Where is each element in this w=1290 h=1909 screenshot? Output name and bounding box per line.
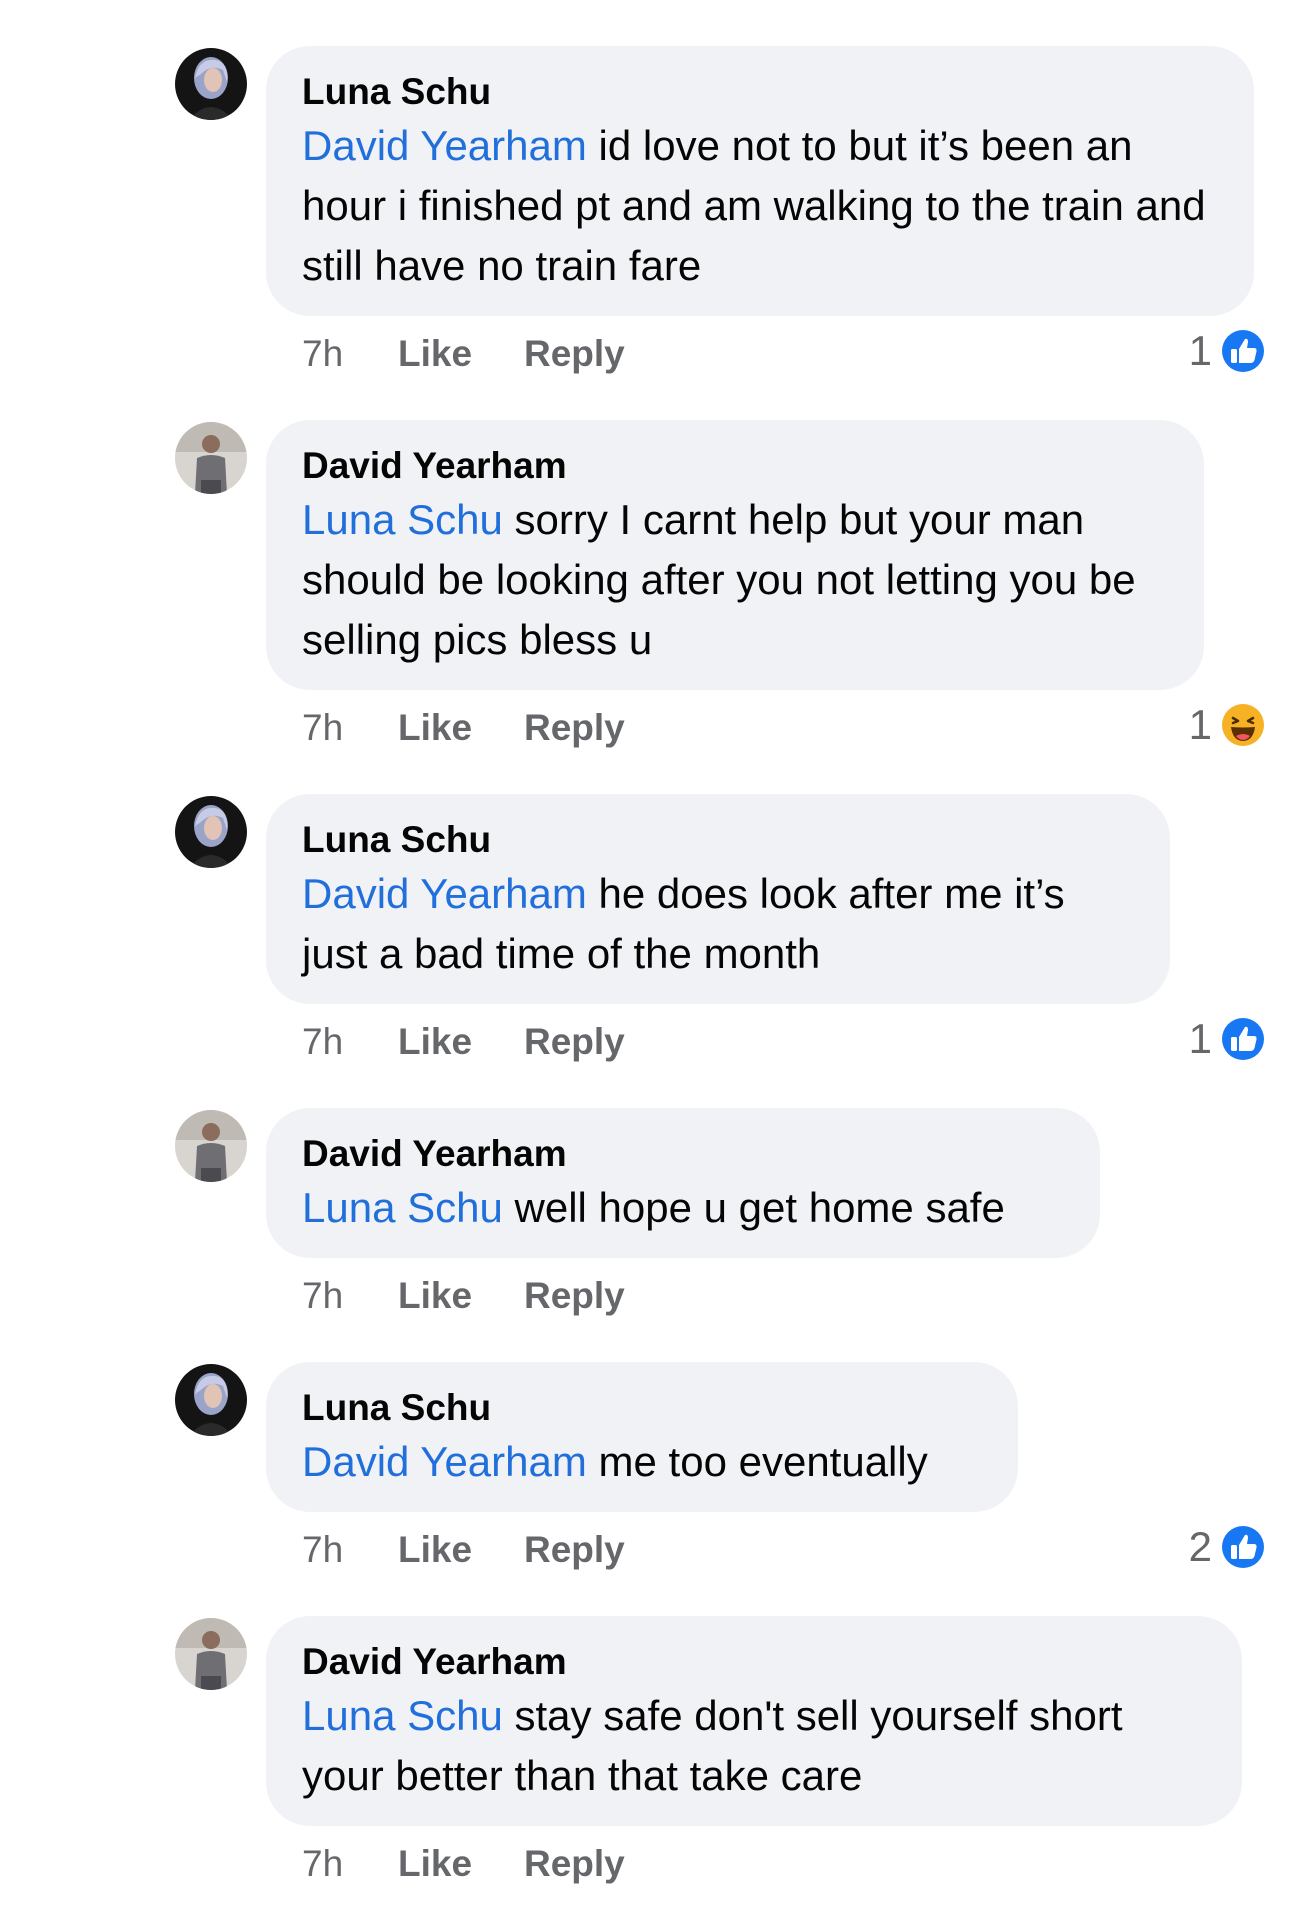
avatar-david-yearham[interactable] xyxy=(175,422,247,494)
reply-button[interactable]: Reply xyxy=(524,1271,625,1321)
comment-text: Luna Schu well hope u get home safe xyxy=(302,1178,1064,1238)
avatar-luna-schu[interactable] xyxy=(175,48,247,120)
comment-author[interactable]: Luna Schu xyxy=(302,818,1134,862)
comment-actions: 7h Like Reply xyxy=(302,1839,625,1889)
reply-button[interactable]: Reply xyxy=(524,703,625,753)
avatar-david-yearham[interactable] xyxy=(175,1618,247,1690)
like-icon xyxy=(1219,1523,1267,1571)
mention-link[interactable]: Luna Schu xyxy=(302,1692,503,1739)
reply-button[interactable]: Reply xyxy=(524,1839,625,1889)
reaction-count: 2 xyxy=(1188,1523,1212,1570)
avatar-luna-schu[interactable] xyxy=(175,1364,247,1436)
mention-link[interactable]: Luna Schu xyxy=(302,496,503,543)
reply-button[interactable]: Reply xyxy=(524,329,625,379)
comment-bubble: Luna Schu David Yearham me too eventuall… xyxy=(266,1362,1018,1512)
mention-link[interactable]: David Yearham xyxy=(302,122,587,169)
comment-bubble: David Yearham Luna Schu well hope u get … xyxy=(266,1108,1100,1258)
timestamp[interactable]: 7h xyxy=(302,703,398,753)
timestamp[interactable]: 7h xyxy=(302,1839,398,1889)
avatar-image xyxy=(175,48,247,120)
comment-author[interactable]: Luna Schu xyxy=(302,1386,982,1430)
reaction-count: 1 xyxy=(1188,701,1212,748)
like-button[interactable]: Like xyxy=(398,1525,524,1575)
comment-bubble: David Yearham Luna Schu sorry I carnt he… xyxy=(266,420,1204,690)
timestamp[interactable]: 7h xyxy=(302,1271,398,1321)
comment-text: Luna Schu stay safe don't sell yourself … xyxy=(302,1686,1206,1806)
avatar-image xyxy=(175,1364,247,1436)
comment-text: David Yearham me too eventually xyxy=(302,1432,982,1492)
avatar-image xyxy=(175,796,247,868)
comment-actions: 7h Like Reply xyxy=(302,1525,625,1575)
like-button[interactable]: Like xyxy=(398,1271,524,1321)
reply-button[interactable]: Reply xyxy=(524,1017,625,1067)
mention-link[interactable]: Luna Schu xyxy=(302,1184,503,1231)
haha-icon xyxy=(1219,701,1267,749)
like-icon xyxy=(1219,1015,1267,1063)
avatar-image xyxy=(175,1110,247,1182)
comment-author[interactable]: Luna Schu xyxy=(302,70,1218,114)
timestamp[interactable]: 7h xyxy=(302,1525,398,1575)
comment-bubble: Luna Schu David Yearham id love not to b… xyxy=(266,46,1254,316)
comment-actions: 7h Like Reply xyxy=(302,1017,625,1067)
comment-actions: 7h Like Reply xyxy=(302,703,625,753)
comment-author[interactable]: David Yearham xyxy=(302,1640,1206,1684)
comment-text: Luna Schu sorry I carnt help but your ma… xyxy=(302,490,1168,670)
reply-button[interactable]: Reply xyxy=(524,1525,625,1575)
avatar-david-yearham[interactable] xyxy=(175,1110,247,1182)
reaction-summary[interactable]: 2 xyxy=(1189,1522,1268,1572)
comment-bubble: David Yearham Luna Schu stay safe don't … xyxy=(266,1616,1242,1826)
mention-link[interactable]: David Yearham xyxy=(302,1438,587,1485)
comment-body: me too eventually xyxy=(586,1438,928,1485)
timestamp[interactable]: 7h xyxy=(302,329,398,379)
avatar-image xyxy=(175,1618,247,1690)
timestamp[interactable]: 7h xyxy=(302,1017,398,1067)
avatar-luna-schu[interactable] xyxy=(175,796,247,868)
reaction-summary[interactable]: 1 xyxy=(1189,700,1268,750)
reaction-summary[interactable]: 1 xyxy=(1189,326,1268,376)
reaction-count: 1 xyxy=(1188,1015,1212,1062)
like-button[interactable]: Like xyxy=(398,1839,524,1889)
comment-actions: 7h Like Reply xyxy=(302,329,625,379)
comment-text: David Yearham he does look after me it’s… xyxy=(302,864,1134,984)
like-button[interactable]: Like xyxy=(398,1017,524,1067)
reaction-summary[interactable]: 1 xyxy=(1189,1014,1268,1064)
avatar-image xyxy=(175,422,247,494)
like-button[interactable]: Like xyxy=(398,703,524,753)
comment-author[interactable]: David Yearham xyxy=(302,1132,1064,1176)
comment-actions: 7h Like Reply xyxy=(302,1271,625,1321)
comment-body: well hope u get home safe xyxy=(502,1184,1005,1231)
like-icon xyxy=(1219,327,1267,375)
reaction-count: 1 xyxy=(1188,327,1212,374)
like-button[interactable]: Like xyxy=(398,329,524,379)
mention-link[interactable]: David Yearham xyxy=(302,870,587,917)
comment-bubble: Luna Schu David Yearham he does look aft… xyxy=(266,794,1170,1004)
comment-author[interactable]: David Yearham xyxy=(302,444,1168,488)
comment-text: David Yearham id love not to but it’s be… xyxy=(302,116,1218,296)
